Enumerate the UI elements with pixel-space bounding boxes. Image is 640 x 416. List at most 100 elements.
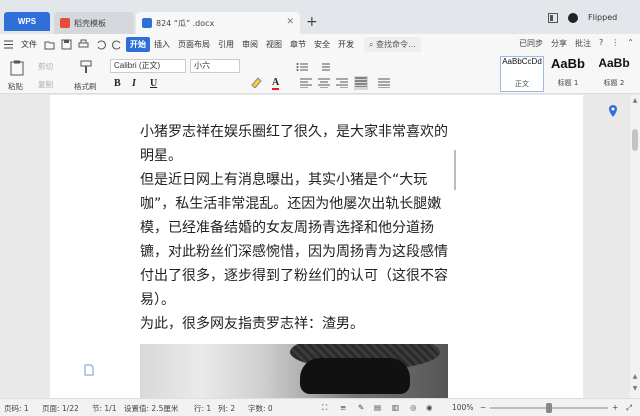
undo-icon[interactable] xyxy=(95,39,106,50)
menu-bar: 文件 开始 插入 页面布局 引用 审阅 视图 章节 安全 开发 ⌕ 查找命令..… xyxy=(0,34,640,54)
menu-review[interactable]: 审阅 xyxy=(238,39,262,50)
read-mode-icon[interactable]: ◎ xyxy=(410,403,417,412)
title-bar: WPS 稻壳模板 824 “瓜” .docx ✕ + Flipped xyxy=(0,0,640,34)
outline-view-icon[interactable]: ≡ xyxy=(340,403,346,412)
format-painter-button[interactable]: 格式刷 xyxy=(74,81,97,92)
collapse-ribbon-icon[interactable]: ⌃ xyxy=(627,38,634,49)
fullscreen-icon[interactable]: ⛶ xyxy=(322,403,327,413)
window-layout-icon[interactable] xyxy=(548,13,558,23)
web-view-icon[interactable]: ▥ xyxy=(392,403,399,412)
comment-button[interactable]: 批注 xyxy=(575,38,591,49)
align-right-icon[interactable] xyxy=(336,78,348,90)
vertical-scrollbar[interactable]: ▲ ▲ ▼ xyxy=(630,95,640,398)
search-icon: ⌕ xyxy=(369,39,374,49)
italic-button[interactable]: I xyxy=(132,78,136,89)
menu-insert[interactable]: 插入 xyxy=(150,39,174,50)
paragraph[interactable]: 为此，很多网友指责罗志祥：渣男。 xyxy=(140,312,452,336)
cut-button[interactable]: 剪切 xyxy=(38,61,53,72)
page-down-icon[interactable]: ▼ xyxy=(631,385,639,393)
font-size-select[interactable]: 小六 xyxy=(190,59,240,73)
underline-button[interactable]: U xyxy=(150,78,157,89)
share-button[interactable]: 分享 xyxy=(551,38,567,49)
menu-chapter[interactable]: 章节 xyxy=(286,39,310,50)
style-heading-1[interactable]: AaBb 标题 1 xyxy=(546,56,590,92)
photo-sunglasses xyxy=(300,358,410,394)
redo-icon[interactable] xyxy=(112,39,123,50)
font-name-select[interactable]: Calibri (正文) xyxy=(110,59,186,73)
style-sample: AaBbCcDd xyxy=(502,57,542,66)
document-properties-icon[interactable] xyxy=(84,364,94,379)
bold-button[interactable]: B xyxy=(114,78,121,89)
paste-icon[interactable] xyxy=(10,60,24,78)
location-pin-icon[interactable] xyxy=(600,99,626,123)
page-up-icon[interactable]: ▲ xyxy=(631,373,639,381)
print-icon[interactable] xyxy=(78,39,89,50)
page-view-icon[interactable]: ▤ xyxy=(374,403,381,412)
style-label: 正文 xyxy=(515,80,529,88)
highlight-icon[interactable] xyxy=(250,76,264,90)
menu-start[interactable]: 开始 xyxy=(126,36,150,52)
status-setting-value[interactable]: 设置值: 2.5厘米 xyxy=(124,403,178,414)
inline-photo[interactable] xyxy=(140,344,448,398)
menu-page-layout[interactable]: 页面布局 xyxy=(174,39,214,50)
user-avatar[interactable] xyxy=(568,13,578,23)
scroll-up-icon[interactable]: ▲ xyxy=(631,97,639,105)
distribute-icon[interactable] xyxy=(378,78,390,90)
bullet-list-icon[interactable] xyxy=(296,62,308,74)
sync-status[interactable]: 已同步 xyxy=(519,38,543,49)
justify-icon[interactable] xyxy=(354,76,368,90)
status-section[interactable]: 节: 1/1 xyxy=(92,403,116,414)
font-color-button[interactable]: A xyxy=(272,78,280,90)
text-cursor xyxy=(454,150,456,190)
menu-file[interactable]: 文件 xyxy=(17,39,41,50)
paragraph[interactable]: 小猪罗志祥在娱乐圈红了很久，是大家非常喜欢的明星。 xyxy=(140,120,452,168)
ribbon-toolbar: 粘贴 剪切 复制 格式刷 Calibri (正文) 小六 B I U A AaB… xyxy=(0,54,640,94)
menu-references[interactable]: 引用 xyxy=(214,39,238,50)
document-text[interactable]: 小猪罗志祥在娱乐圈红了很久，是大家非常喜欢的明星。 但是近日网上有消息曝出，其实… xyxy=(140,120,452,336)
style-label: 标题 2 xyxy=(603,79,625,87)
menu-security[interactable]: 安全 xyxy=(310,39,334,50)
more-icon[interactable]: ⋮ xyxy=(611,38,619,49)
paragraph[interactable]: 但是近日网上有消息曝出，其实小猪是个“大玩咖”，私生活非常混乱。还因为他屡次出轨… xyxy=(140,168,452,312)
zoom-slider-knob[interactable] xyxy=(546,403,552,413)
eye-protect-icon[interactable]: ◉ xyxy=(426,403,433,412)
menu-hamburger-icon[interactable] xyxy=(3,39,14,50)
edit-view-icon[interactable]: ✎ xyxy=(358,403,364,412)
open-folder-icon[interactable] xyxy=(44,39,55,50)
fit-page-icon[interactable]: ⤢ xyxy=(626,403,632,413)
docer-icon xyxy=(60,18,70,28)
menu-developer[interactable]: 开发 xyxy=(334,39,358,50)
status-pages[interactable]: 页面: 1/22 xyxy=(42,403,79,414)
format-painter-icon xyxy=(80,60,92,76)
tab-docer-templates[interactable]: 稻壳模板 xyxy=(54,12,134,34)
menu-view[interactable]: 视图 xyxy=(262,39,286,50)
scroll-thumb[interactable] xyxy=(632,129,638,151)
style-normal[interactable]: AaBbCcDd 正文 xyxy=(500,56,544,92)
status-bar: 页码: 1 页面: 1/22 节: 1/1 设置值: 2.5厘米 行: 1 列:… xyxy=(0,398,640,416)
zoom-level[interactable]: 100% xyxy=(452,403,473,412)
tab-document[interactable]: 824 “瓜” .docx ✕ xyxy=(136,12,300,34)
save-icon[interactable] xyxy=(61,39,72,50)
command-search[interactable]: ⌕ 查找命令... xyxy=(364,36,421,52)
tab-label: 稻壳模板 xyxy=(74,18,106,28)
style-heading-2[interactable]: AaBb 标题 2 xyxy=(592,56,636,92)
numbered-list-icon[interactable] xyxy=(318,62,330,74)
zoom-in-icon[interactable]: + xyxy=(612,403,618,412)
align-left-icon[interactable] xyxy=(300,78,312,90)
close-tab-icon[interactable]: ✕ xyxy=(286,17,294,27)
paste-button[interactable]: 粘贴 xyxy=(8,81,23,92)
user-name[interactable]: Flipped xyxy=(588,13,617,23)
status-column[interactable]: 列: 2 xyxy=(218,403,235,414)
status-page[interactable]: 页码: 1 xyxy=(4,403,29,414)
help-icon[interactable]: ? xyxy=(599,38,603,49)
align-center-icon[interactable] xyxy=(318,78,330,90)
status-row[interactable]: 行: 1 xyxy=(194,403,211,414)
command-search-label: 查找命令... xyxy=(376,39,416,49)
copy-button[interactable]: 复制 xyxy=(38,79,53,90)
tab-wps-home[interactable]: WPS xyxy=(4,12,50,31)
word-doc-icon xyxy=(142,18,152,28)
new-tab-icon[interactable]: + xyxy=(306,14,318,30)
zoom-out-icon[interactable]: − xyxy=(480,403,486,412)
style-sample: AaBb xyxy=(551,56,585,71)
status-word-count[interactable]: 字数: 0 xyxy=(248,403,273,414)
